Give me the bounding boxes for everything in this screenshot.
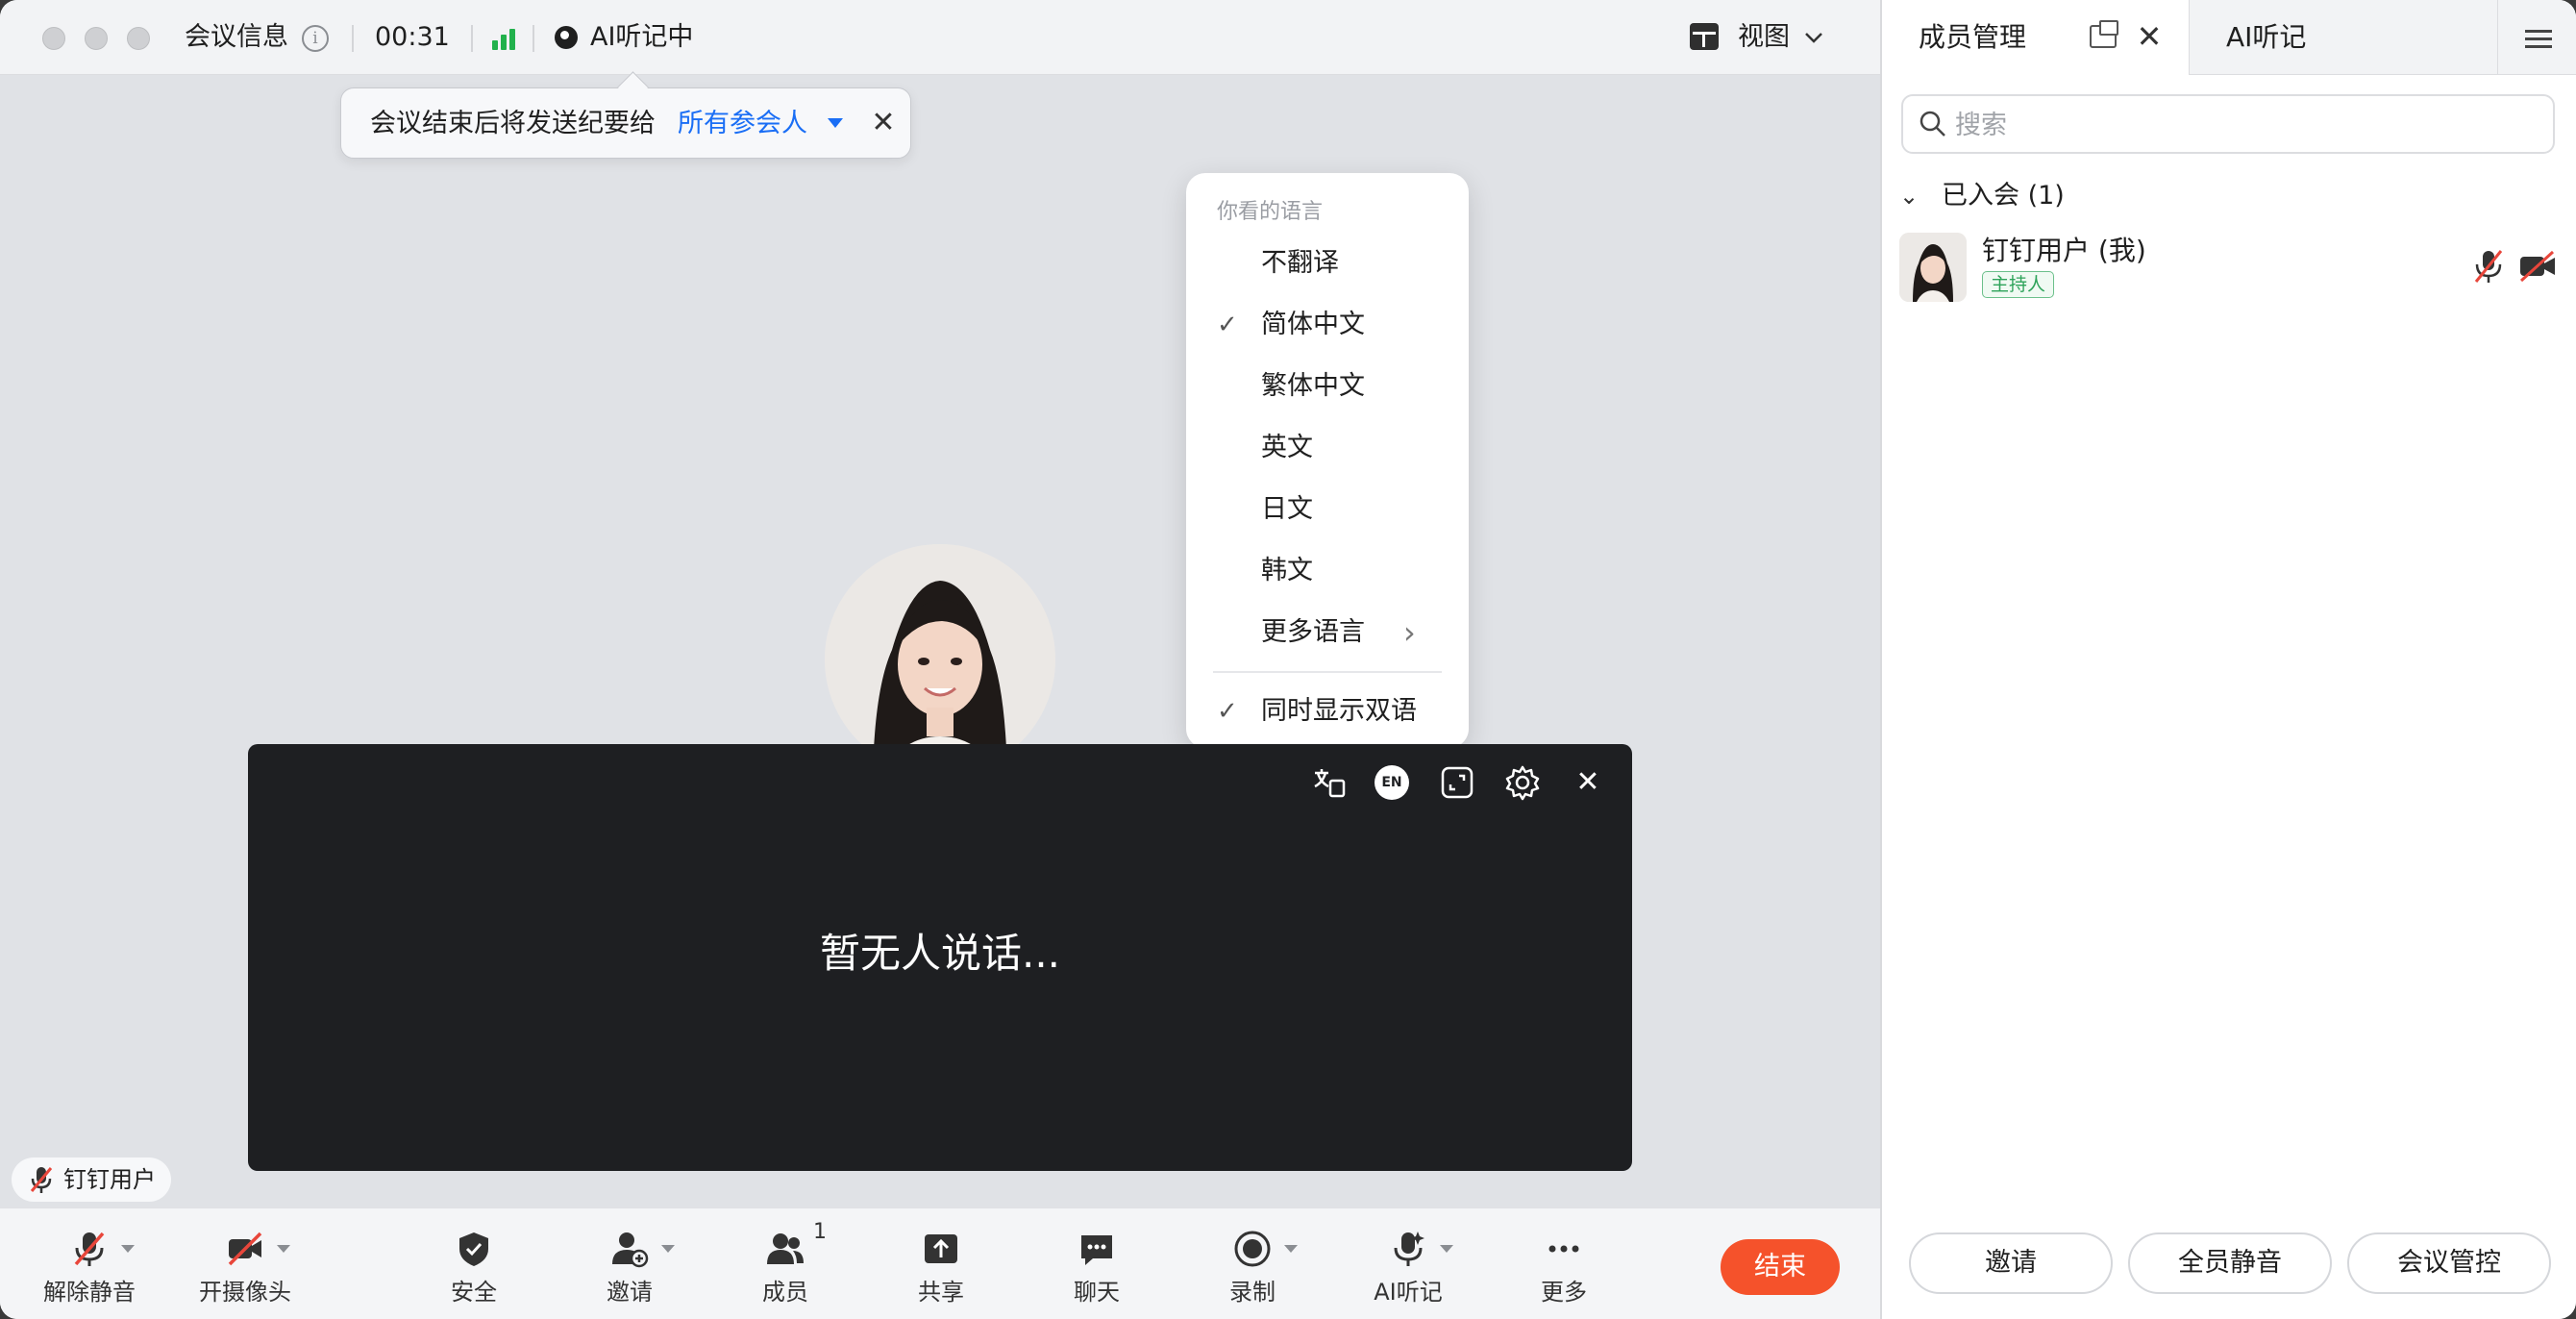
search-icon — [1920, 111, 1945, 137]
members-panel: 成员管理 ✕ AI听记 ⌄已入会 (1) — [1880, 0, 2576, 1319]
minimize-window-button[interactable] — [85, 27, 108, 50]
mic-off-icon[interactable] — [2472, 248, 2505, 285]
language-option-more[interactable]: 更多语言 › — [1186, 606, 1469, 660]
chevron-right-icon: › — [1403, 614, 1416, 651]
caret-down-icon[interactable] — [661, 1245, 675, 1253]
summary-recipient-tip: 会议结束后将发送纪要给 所有参会人 ✕ — [340, 87, 911, 159]
add-user-icon — [612, 1232, 649, 1268]
invite-button[interactable]: 邀请 — [567, 1224, 692, 1310]
camera-button[interactable]: 开摄像头 — [183, 1224, 308, 1310]
view-menu-label[interactable]: 视图 — [1738, 19, 1790, 56]
chevron-down-icon[interactable] — [1803, 29, 1824, 46]
member-row[interactable]: 钉钉用户 (我) 主持人 — [1897, 229, 2561, 306]
caption-panel: EN ✕ 暂无人说话... — [248, 744, 1632, 1171]
menu-divider — [1213, 671, 1442, 673]
translate-icon[interactable] — [1309, 763, 1348, 802]
ai-recording-icon — [555, 26, 578, 49]
mute-all-button[interactable]: 全员静音 — [2128, 1232, 2332, 1294]
more-button[interactable]: 更多 — [1501, 1224, 1626, 1310]
divider — [471, 25, 473, 52]
zoom-window-button[interactable] — [127, 27, 150, 50]
info-icon[interactable]: i — [302, 25, 329, 52]
caption-language-badge[interactable]: EN — [1375, 765, 1409, 800]
tab-members[interactable]: 成员管理 ✕ — [1882, 0, 2190, 75]
shield-icon — [459, 1232, 488, 1266]
participant-name-tag: 钉钉用户 — [12, 1157, 171, 1202]
host-badge: 主持人 — [1982, 271, 2055, 298]
caption-language-menu: 你看的语言 不翻译 ✓ 简体中文 繁体中文 英文 日文 韩文 更多语言 › ✓ … — [1186, 173, 1469, 748]
language-option-english[interactable]: 英文 — [1186, 421, 1469, 475]
tip-text: 会议结束后将发送纪要给 — [370, 109, 656, 138]
avatar — [1899, 233, 1967, 302]
camera-off-icon — [228, 1232, 262, 1266]
unmute-button[interactable]: 解除静音 — [27, 1224, 152, 1310]
caption-text: 暂无人说话... — [819, 930, 1061, 977]
share-button[interactable]: 共享 — [879, 1224, 1003, 1310]
camera-off-icon[interactable] — [2518, 250, 2557, 283]
recipient-dropdown[interactable]: 所有参会人 — [678, 106, 807, 142]
search-input[interactable] — [1955, 104, 2532, 146]
tab-ai-notes[interactable]: AI听记 — [2226, 19, 2306, 56]
members-icon — [767, 1233, 804, 1264]
caret-down-icon[interactable] — [828, 118, 843, 128]
divider — [533, 25, 534, 52]
view-layout-icon[interactable] — [1690, 23, 1719, 50]
chat-icon — [1081, 1235, 1112, 1265]
close-icon[interactable]: ✕ — [866, 106, 901, 140]
popout-icon[interactable] — [2090, 20, 2118, 48]
caret-down-icon[interactable] — [277, 1245, 290, 1253]
chevron-down-icon: ⌄ — [1899, 183, 1920, 210]
joined-group-header[interactable]: ⌄ 已入会 (1) — [1899, 177, 2065, 215]
participant-avatar — [825, 544, 1055, 775]
settings-gear-icon[interactable] — [1503, 763, 1542, 802]
ai-notes-button[interactable]: AI听记 — [1346, 1224, 1471, 1310]
close-icon[interactable]: ✕ — [2132, 19, 2167, 54]
mic-off-icon — [74, 1232, 105, 1266]
end-meeting-button[interactable]: 结束 — [1721, 1239, 1840, 1295]
language-option-japanese[interactable]: 日文 — [1186, 483, 1469, 536]
checkmark-icon: ✓ — [1217, 311, 1238, 339]
ai-status-label[interactable]: AI听记中 — [590, 19, 693, 56]
chat-button[interactable]: 聊天 — [1034, 1224, 1159, 1310]
meeting-info-label[interactable]: 会议信息 — [185, 19, 288, 56]
record-button[interactable]: 录制 — [1190, 1224, 1315, 1310]
member-count-badge: 1 — [813, 1220, 827, 1244]
language-option-simplified-chinese[interactable]: ✓ 简体中文 — [1186, 298, 1469, 352]
close-icon[interactable]: ✕ — [1569, 763, 1607, 802]
invite-button[interactable]: 邀请 — [1909, 1232, 2113, 1294]
language-menu-header: 你看的语言 — [1217, 200, 1324, 224]
ai-notes-icon — [1394, 1232, 1424, 1266]
network-signal-icon[interactable] — [492, 27, 519, 50]
title-bar: 会议信息 i 00:31 AI听记中 视图 — [0, 0, 1880, 75]
panel-tabs: 成员管理 ✕ AI听记 — [1882, 0, 2576, 75]
language-option-traditional-chinese[interactable]: 繁体中文 — [1186, 360, 1469, 413]
member-search — [1901, 94, 2555, 154]
close-window-button[interactable] — [42, 27, 65, 50]
meeting-stage: 会议信息 i 00:31 AI听记中 视图 会议结束后将发送纪要给 所有参会人 — [0, 0, 1880, 1319]
meeting-window: 会议信息 i 00:31 AI听记中 视图 会议结束后将发送纪要给 所有参会人 — [0, 0, 2576, 1319]
more-icon — [1548, 1245, 1579, 1253]
caret-down-icon[interactable] — [121, 1245, 135, 1253]
share-icon — [925, 1234, 957, 1263]
security-button[interactable]: 安全 — [411, 1224, 536, 1310]
bilingual-toggle[interactable]: ✓ 同时显示双语 — [1186, 684, 1469, 738]
hamburger-menu-icon[interactable] — [2497, 0, 2576, 75]
meeting-toolbar: 解除静音 开摄像头 安全 邀请 1 成员 共享 聊天 录制 AI听记 更多 结束 — [0, 1207, 1880, 1319]
language-option-korean[interactable]: 韩文 — [1186, 544, 1469, 598]
members-button[interactable]: 1 成员 — [723, 1220, 848, 1310]
meeting-timer: 00:31 — [375, 22, 450, 52]
language-option-none[interactable]: 不翻译 — [1186, 236, 1469, 290]
fullscreen-icon[interactable] — [1438, 763, 1476, 802]
record-icon — [1234, 1231, 1271, 1267]
meeting-controls-button[interactable]: 会议管控 — [2347, 1232, 2551, 1294]
caret-down-icon[interactable] — [1440, 1245, 1453, 1253]
checkmark-icon: ✓ — [1217, 697, 1238, 726]
mic-off-icon — [30, 1167, 53, 1193]
member-name: 钉钉用户 (我) — [1982, 235, 2146, 266]
caret-down-icon[interactable] — [1284, 1245, 1298, 1253]
divider — [352, 25, 354, 52]
